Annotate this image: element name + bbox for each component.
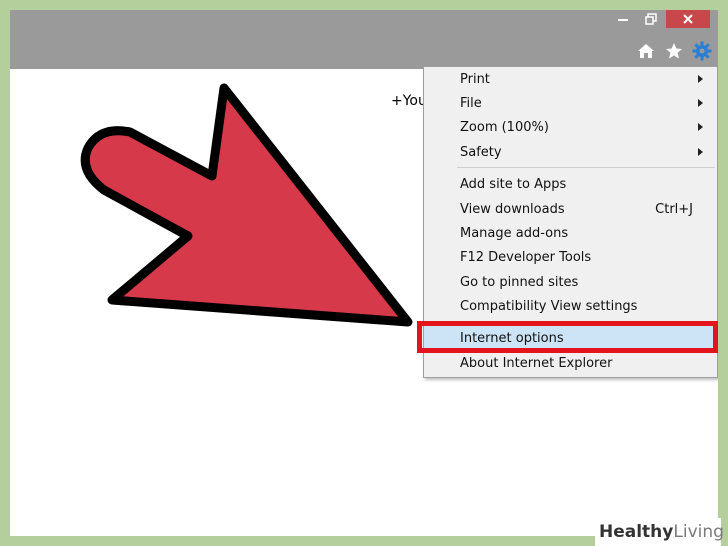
watermark: Healthy Living: [595, 518, 724, 546]
watermark-text-healthy: Healthy: [599, 522, 674, 542]
annotation-arrow: [80, 83, 413, 327]
watermark-text-living: Living: [673, 522, 724, 542]
